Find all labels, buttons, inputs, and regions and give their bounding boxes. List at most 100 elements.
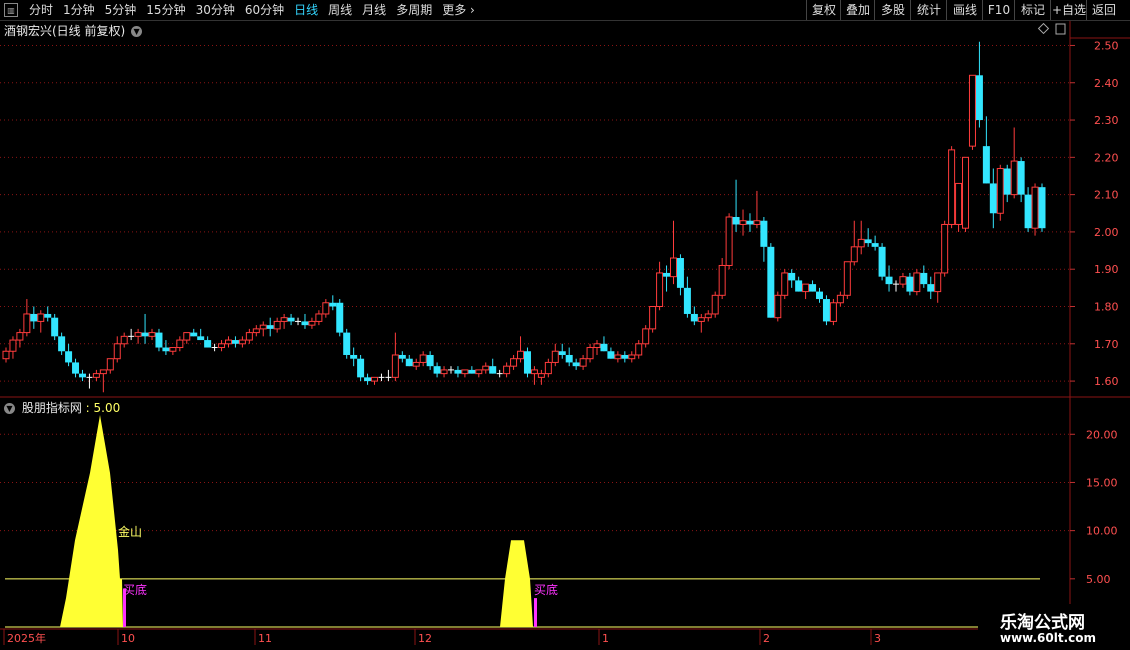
period-tab[interactable]: 60分钟 bbox=[240, 0, 289, 20]
indicator-value: : 5.00 bbox=[85, 401, 121, 415]
candle-body bbox=[913, 272, 921, 293]
candle-body bbox=[2, 350, 10, 360]
price-tick-label: 2.20 bbox=[1094, 151, 1119, 164]
candle-body bbox=[252, 328, 260, 334]
candle-body bbox=[238, 339, 246, 345]
candle-body bbox=[663, 272, 671, 277]
x-axis-label: 12 bbox=[418, 632, 432, 645]
toolbar-button[interactable]: 叠加 bbox=[840, 0, 875, 20]
candle-body bbox=[433, 366, 441, 374]
candle-body bbox=[475, 369, 483, 375]
period-tab[interactable]: 多周期 bbox=[391, 0, 437, 20]
period-tab[interactable]: 月线 bbox=[357, 0, 391, 20]
candle-body bbox=[364, 377, 372, 382]
period-tab[interactable]: 分时 bbox=[24, 0, 58, 20]
toolbar-button[interactable]: 多股 bbox=[874, 0, 911, 20]
indicator-marks: 金山买底 买底 bbox=[5, 415, 1040, 628]
candle-body bbox=[23, 313, 31, 334]
candle-body bbox=[280, 317, 288, 322]
candle-body bbox=[544, 361, 552, 375]
candle-body bbox=[607, 351, 615, 359]
candle-body bbox=[336, 302, 344, 333]
candle-body bbox=[1038, 187, 1046, 229]
period-tab[interactable]: 周线 bbox=[323, 0, 357, 20]
toolbar-button[interactable]: 标记 bbox=[1014, 0, 1051, 20]
candle-body bbox=[941, 223, 949, 274]
candle-body bbox=[968, 74, 976, 147]
period-tabs: 分时 1分钟 5分钟 15分钟 30分钟 60分钟 日线 周线 月线 多周期 更多 › bbox=[24, 0, 480, 20]
toolbar-button[interactable]: 统计 bbox=[910, 0, 947, 20]
candle-body bbox=[426, 354, 434, 367]
candle-body bbox=[273, 320, 281, 330]
period-tab[interactable]: 15分钟 bbox=[141, 0, 190, 20]
candle-body bbox=[809, 284, 817, 292]
price-grid bbox=[0, 21, 1130, 650]
candle-body bbox=[676, 258, 684, 288]
candle-body bbox=[982, 146, 990, 184]
candle-body bbox=[850, 246, 858, 263]
candle-body bbox=[572, 362, 580, 367]
chevron-down-icon[interactable]: ▼ bbox=[4, 403, 15, 414]
toolbar-button[interactable]: 画线 bbox=[946, 0, 983, 20]
candle-body bbox=[141, 332, 149, 337]
candle-body bbox=[621, 354, 629, 359]
candle-body bbox=[829, 302, 837, 322]
candle-body bbox=[774, 294, 782, 319]
stock-title[interactable]: 酒钢宏兴(日线 前复权) ▼ bbox=[4, 22, 143, 39]
price-tick-label: 1.80 bbox=[1094, 301, 1119, 314]
candle-body bbox=[503, 365, 511, 375]
candle-body bbox=[551, 350, 559, 363]
candle-body bbox=[656, 272, 664, 307]
chevron-down-icon[interactable]: ▼ bbox=[131, 26, 143, 37]
toolbar-button[interactable]: +自选 bbox=[1050, 0, 1087, 20]
buy-label: 买底 bbox=[534, 582, 558, 597]
price-tick-label: 1.70 bbox=[1094, 338, 1119, 351]
candle-body bbox=[16, 332, 24, 341]
candle-body bbox=[204, 340, 212, 348]
period-tab[interactable]: 30分钟 bbox=[191, 0, 240, 20]
indicator-title[interactable]: ▼ 股朋指标网 : 5.00 bbox=[4, 399, 120, 416]
period-tab[interactable]: 更多 › bbox=[437, 0, 480, 20]
candle-body bbox=[1017, 161, 1025, 195]
candle-body bbox=[558, 351, 566, 355]
candle-body bbox=[586, 347, 594, 360]
candle-body bbox=[600, 343, 608, 352]
toolbar-button[interactable]: 返回 bbox=[1086, 0, 1121, 20]
diamond-icon bbox=[1037, 22, 1050, 35]
candle-body bbox=[113, 343, 121, 360]
candle-body bbox=[927, 284, 935, 292]
period-tab[interactable]: 1分钟 bbox=[58, 0, 100, 20]
candle-body bbox=[996, 168, 1004, 214]
candle-body bbox=[176, 339, 184, 349]
candle-body bbox=[593, 343, 601, 349]
candle-body bbox=[301, 321, 309, 326]
indicator-tick-label: 10.00 bbox=[1086, 525, 1118, 538]
period-tab[interactable]: 日线 bbox=[289, 0, 323, 20]
candle-body bbox=[753, 220, 761, 225]
layout-icon[interactable]: ▥ bbox=[4, 3, 18, 17]
candle-body bbox=[1003, 168, 1011, 195]
candle-body bbox=[155, 332, 163, 348]
indicator-tick-label: 5.00 bbox=[1086, 573, 1111, 586]
x-axis-label: 2025年 bbox=[7, 631, 46, 645]
candle-body bbox=[162, 347, 170, 352]
candle-body bbox=[864, 239, 872, 244]
period-tab[interactable]: 5分钟 bbox=[100, 0, 142, 20]
candle-body bbox=[725, 216, 733, 266]
toolbar-button[interactable]: 复权 bbox=[806, 0, 841, 20]
candle-body bbox=[802, 283, 810, 293]
candle-body bbox=[530, 369, 538, 375]
candle-body bbox=[948, 149, 956, 225]
candle-body bbox=[134, 332, 142, 337]
candle-body bbox=[398, 354, 406, 359]
buy-label: 买底 bbox=[123, 582, 147, 597]
candle-body bbox=[30, 313, 38, 322]
candle-body bbox=[510, 358, 518, 367]
candle-body bbox=[419, 354, 427, 363]
toolbar-button[interactable]: F10 bbox=[982, 0, 1015, 20]
price-tick-label: 2.30 bbox=[1094, 114, 1119, 127]
candle-body bbox=[72, 362, 80, 374]
candle-body bbox=[58, 336, 66, 352]
candle-body bbox=[934, 272, 942, 293]
candle-body bbox=[231, 340, 239, 344]
